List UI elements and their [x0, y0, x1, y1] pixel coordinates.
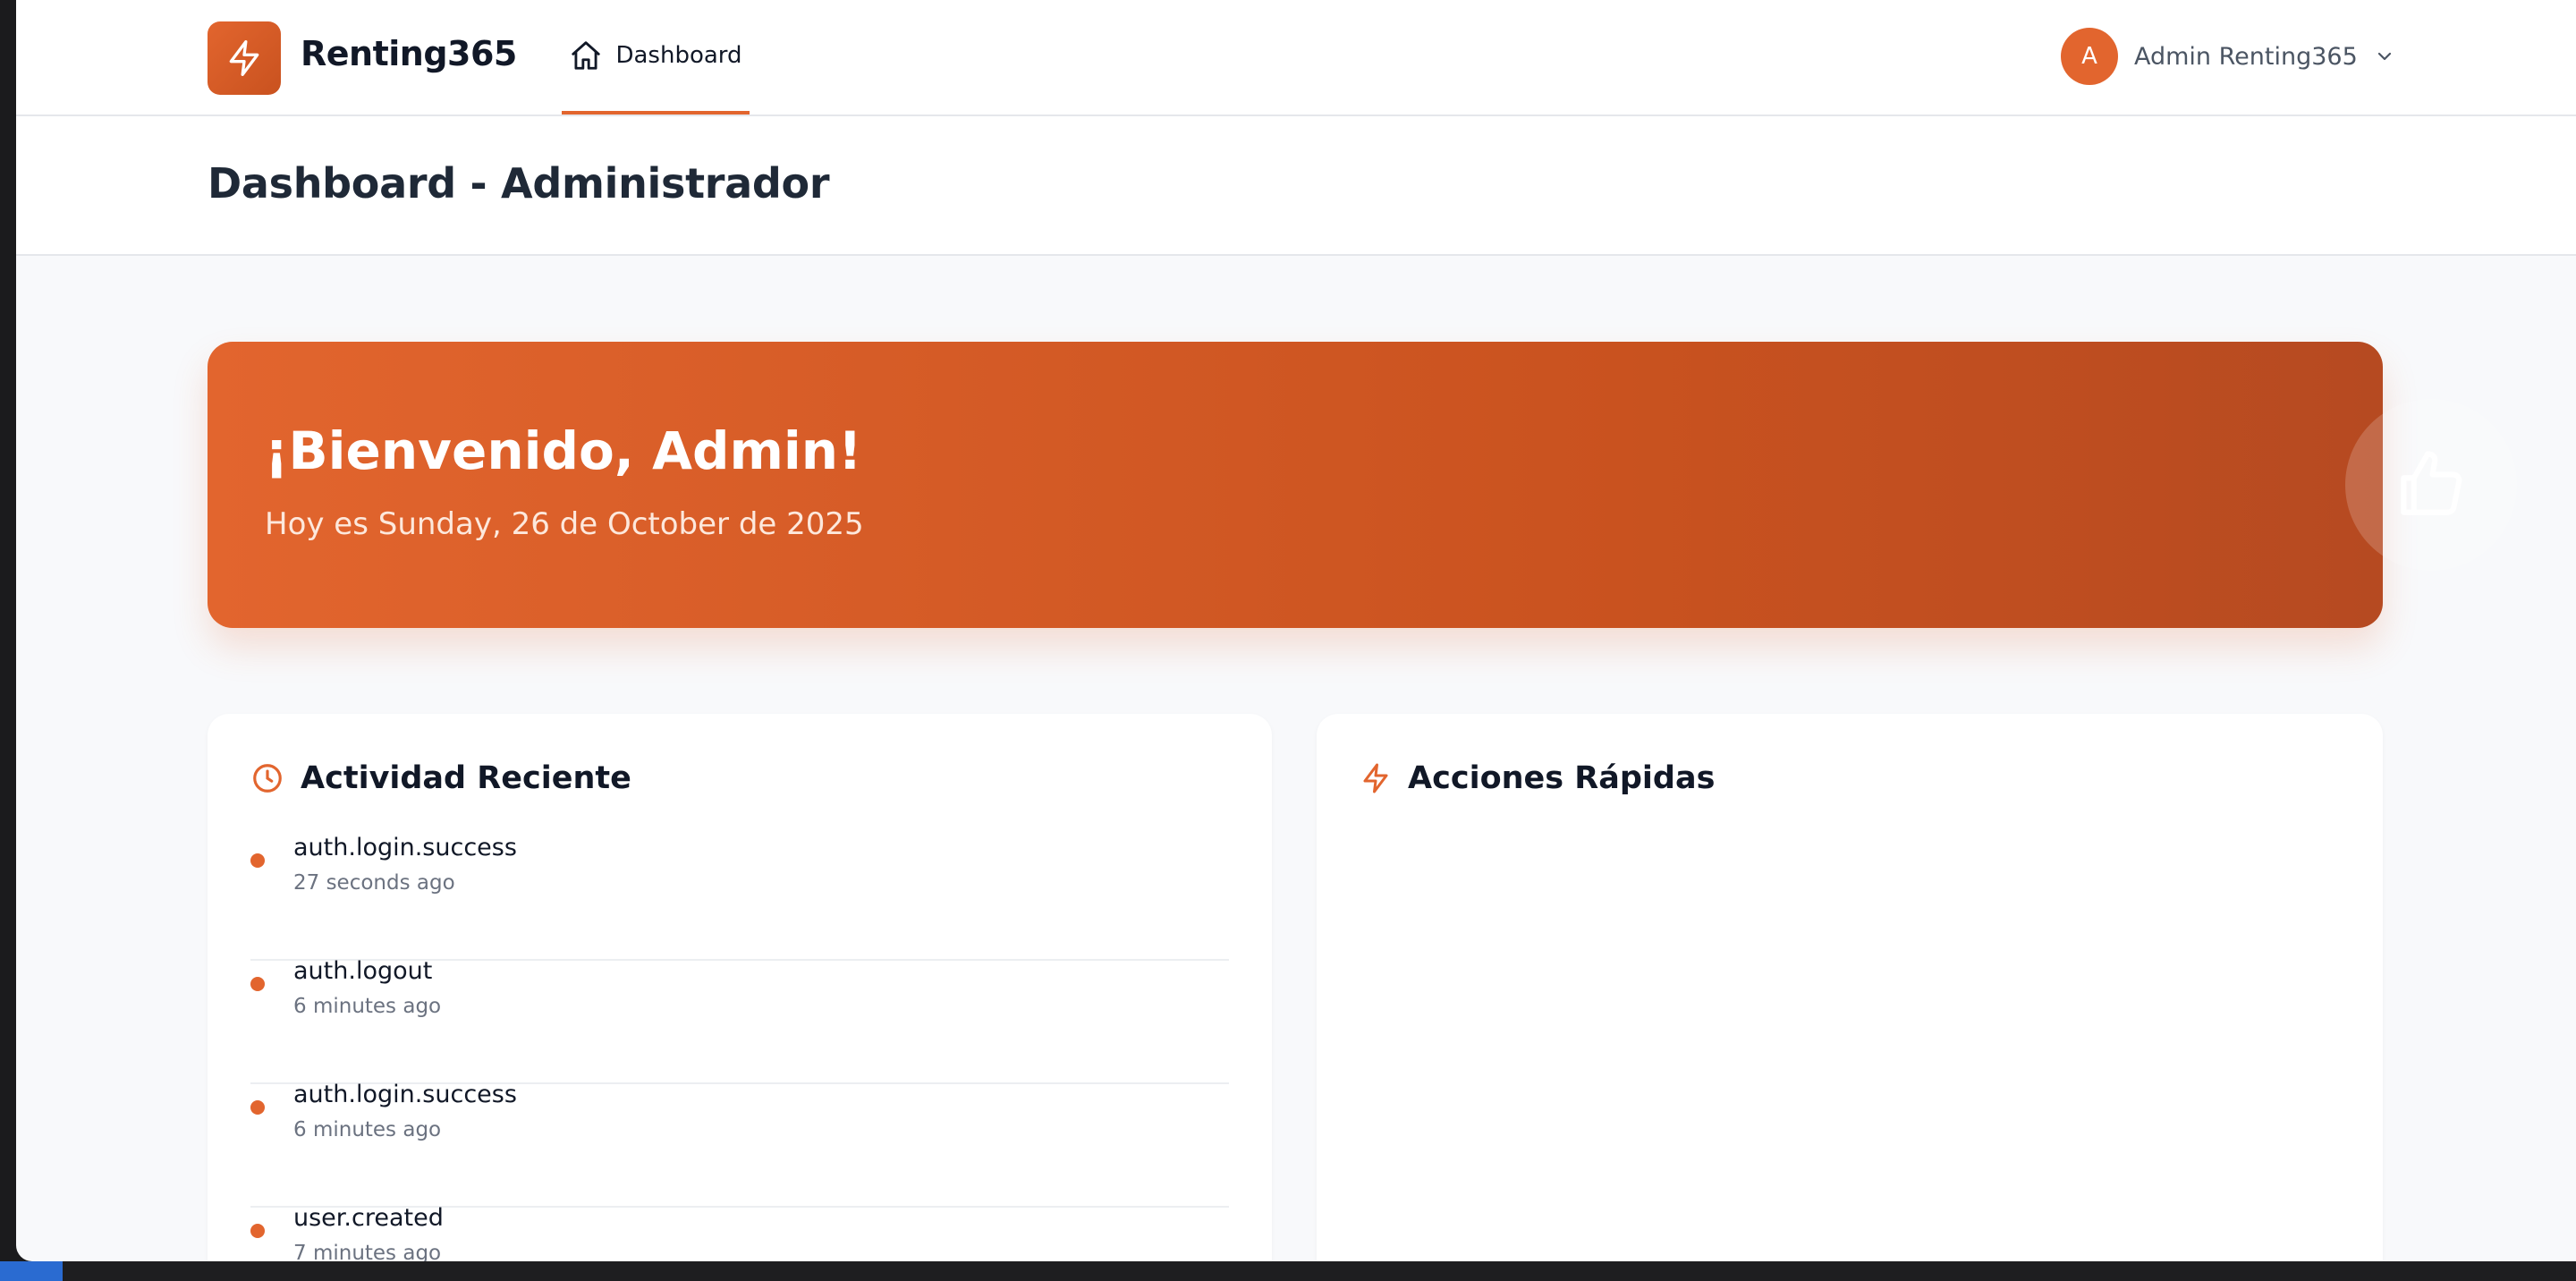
activity-time: 6 minutes ago: [293, 995, 442, 1018]
activity-time: 7 minutes ago: [293, 1242, 442, 1261]
activity-item[interactable]: auth.login.success 6 minutes ago: [250, 1081, 1229, 1208]
quick-actions-header: Acciones Rápidas: [1360, 760, 1715, 796]
welcome-date: Hoy es Sunday, 26 de October de 2025: [265, 506, 864, 542]
logo[interactable]: [208, 21, 281, 95]
bolt-icon: [229, 40, 259, 76]
page-header: Dashboard - Administrador: [16, 116, 2576, 256]
home-icon: [572, 41, 601, 70]
activity-item[interactable]: auth.logout 6 minutes ago: [250, 957, 1229, 1084]
user-menu[interactable]: A Admin Renting365: [2061, 27, 2395, 86]
activity-list: auth.login.success 27 seconds ago auth.l…: [250, 834, 1229, 1261]
activity-dot: [250, 853, 265, 868]
activity-name: auth.login.success: [293, 834, 517, 861]
welcome-banner: ¡Bienvenido, Admin! Hoy es Sunday, 26 de…: [208, 342, 2517, 628]
clock-icon: [253, 764, 282, 793]
brand-name[interactable]: Renting365: [301, 34, 517, 73]
nav-dashboard-label: Dashboard: [615, 42, 742, 69]
quick-actions-card: Acciones Rápidas: [1317, 714, 2383, 1261]
activity-dot: [250, 977, 265, 991]
activity-name: auth.login.success: [293, 1081, 517, 1108]
chevron-down-icon: [2377, 52, 2391, 61]
bolt-icon: [1363, 763, 1388, 793]
recent-activity-header: Actividad Reciente: [250, 760, 631, 796]
browser-window: Renting365 Dashboard A Admin Renting365 …: [16, 0, 2576, 1261]
page-title: Dashboard - Administrador: [208, 159, 830, 208]
recent-activity-title: Actividad Reciente: [301, 760, 631, 796]
activity-dot: [250, 1100, 265, 1115]
activity-time: 6 minutes ago: [293, 1118, 442, 1141]
recent-activity-card: Actividad Reciente auth.login.success 27…: [208, 714, 1272, 1261]
user-name: Admin Renting365: [2134, 42, 2358, 71]
activity-name: auth.logout: [293, 957, 433, 985]
avatar: A: [2061, 28, 2118, 85]
activity-item[interactable]: user.created 7 minutes ago: [250, 1204, 1229, 1261]
welcome-title: ¡Bienvenido, Admin!: [265, 420, 862, 481]
activity-name: user.created: [293, 1204, 444, 1232]
status-strip-indicator: [0, 1261, 63, 1281]
welcome-badge: [2345, 399, 2517, 571]
top-navbar: Renting365 Dashboard A Admin Renting365: [16, 0, 2576, 116]
thumbs-up-icon: [2401, 451, 2462, 515]
nav-dashboard[interactable]: Dashboard: [562, 0, 750, 115]
activity-dot: [250, 1224, 265, 1238]
activity-item[interactable]: auth.login.success 27 seconds ago: [250, 834, 1229, 961]
quick-actions-title: Acciones Rápidas: [1408, 760, 1716, 796]
background-status-strip: [0, 1261, 2576, 1281]
activity-time: 27 seconds ago: [293, 871, 455, 895]
